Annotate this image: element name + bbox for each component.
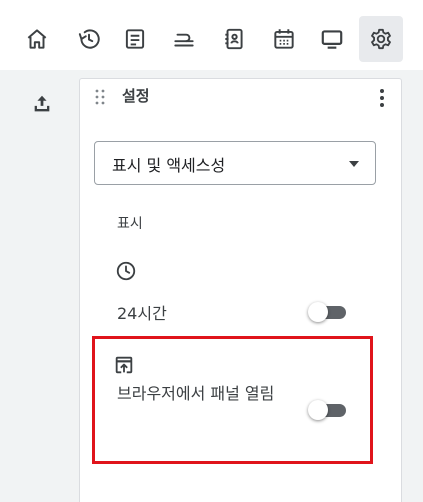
panel-area: 설정 표시 및 액세스성 표시 24시간 브라우저에서 패널 열림	[72, 70, 423, 502]
toggle-thumb	[308, 302, 328, 322]
open-in-browser-icon	[115, 356, 133, 374]
settings-panel: 설정 표시 및 액세스성 표시 24시간 브라우저에서 패널 열림	[79, 78, 402, 502]
monitor-icon	[321, 30, 343, 49]
history-icon	[78, 29, 100, 49]
dropdown-arrow-icon	[349, 161, 359, 167]
more-options-button[interactable]	[376, 87, 388, 109]
history-button[interactable]	[67, 16, 111, 62]
panel-header: 설정	[80, 79, 401, 117]
toggle-open-in-browser[interactable]	[308, 400, 348, 420]
settings-button[interactable]	[359, 16, 403, 62]
toggle-thumb	[308, 400, 328, 420]
setting-label-24-hour: 24시간	[117, 304, 167, 323]
more-vert-icon	[380, 89, 384, 107]
contacts-book-icon	[225, 28, 243, 50]
toggle-24-hour[interactable]	[308, 302, 348, 322]
gear-icon	[371, 28, 391, 50]
upload-icon	[34, 95, 50, 112]
top-toolbar	[0, 0, 423, 70]
screen-button[interactable]	[310, 16, 354, 62]
stack-icon	[174, 33, 194, 47]
calendar-icon	[274, 29, 294, 49]
calendar-button[interactable]	[262, 16, 306, 62]
home-button[interactable]	[15, 16, 59, 62]
category-dropdown[interactable]: 표시 및 액세스성	[94, 141, 376, 185]
section-label-display: 표시	[117, 216, 143, 232]
dropdown-selected-value: 표시 및 액세스성	[112, 156, 226, 175]
drag-handle-icon[interactable]	[94, 88, 106, 106]
app-window: 설정 표시 및 액세스성 표시 24시간 브라우저에서 패널 열림	[0, 0, 423, 502]
home-icon	[27, 29, 47, 49]
panel-title: 설정	[122, 87, 150, 105]
document-icon	[125, 29, 145, 49]
left-rail	[0, 70, 72, 502]
contacts-button[interactable]	[212, 16, 256, 62]
setting-label-open-in-browser: 브라우저에서 패널 열림	[117, 384, 275, 403]
stack-button[interactable]	[162, 16, 206, 62]
clock-icon	[116, 261, 136, 281]
document-button[interactable]	[113, 16, 157, 62]
upload-button[interactable]	[30, 92, 54, 116]
